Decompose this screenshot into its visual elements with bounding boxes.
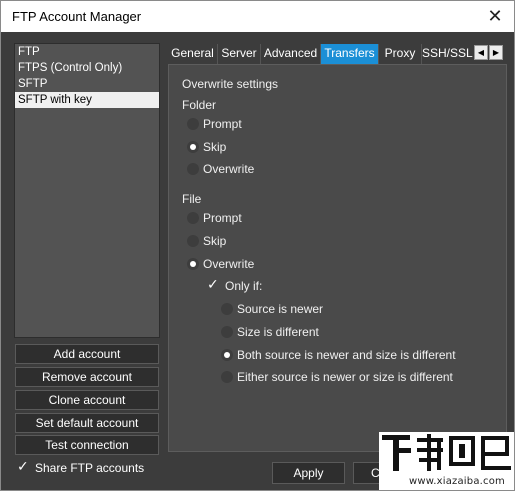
dialog-body: FTP FTPS (Control Only) SFTP SFTP with k… xyxy=(1,32,514,490)
test-connection-button[interactable]: Test connection xyxy=(15,435,159,455)
title-bar: FTP Account Manager ✕ xyxy=(1,1,514,32)
file-overwrite-label: Overwrite xyxy=(203,257,255,271)
file-skip-label: Skip xyxy=(203,234,227,248)
only-if-checkmark-icon xyxy=(207,276,220,293)
only-if-checkbox[interactable]: Only if: xyxy=(207,276,263,293)
tab-server[interactable]: Server xyxy=(218,44,261,64)
overwrite-settings-heading: Overwrite settings xyxy=(182,77,279,91)
folder-prompt-radio[interactable]: Prompt xyxy=(187,117,242,131)
tab-general[interactable]: General xyxy=(168,44,218,64)
share-ftp-accounts-checkbox[interactable]: Share FTP accounts xyxy=(17,458,145,475)
close-icon[interactable]: ✕ xyxy=(484,5,506,27)
folder-overwrite-label: Overwrite xyxy=(203,162,255,176)
watermark-logo-icon xyxy=(382,434,511,471)
share-label: Share FTP accounts xyxy=(35,461,145,475)
radio-dot-icon xyxy=(187,118,199,130)
tab-scroll-right-icon[interactable]: ▶ xyxy=(489,45,503,60)
add-account-button[interactable]: Add account xyxy=(15,344,159,364)
radio-dot-icon xyxy=(187,212,199,224)
radio-dot-icon xyxy=(187,163,199,175)
either-newer-or-size-radio[interactable]: Either source is newer or size is differ… xyxy=(221,370,453,384)
tab-transfers[interactable]: Transfers xyxy=(321,44,379,64)
apply-button[interactable]: Apply xyxy=(272,462,345,484)
source-newer-label: Source is newer xyxy=(237,302,324,316)
folder-overwrite-radio[interactable]: Overwrite xyxy=(187,162,254,176)
radio-dot-icon xyxy=(221,349,233,361)
source-newer-radio[interactable]: Source is newer xyxy=(221,302,323,316)
radio-dot-icon xyxy=(187,141,199,153)
file-skip-radio[interactable]: Skip xyxy=(187,234,226,248)
tab-strip: General Server Advanced Transfers Proxy … xyxy=(168,44,506,64)
size-different-label: Size is different xyxy=(237,325,319,339)
radio-dot-icon xyxy=(187,235,199,247)
folder-skip-radio[interactable]: Skip xyxy=(187,140,226,154)
both-newer-and-size-radio[interactable]: Both source is newer and size is differe… xyxy=(221,348,456,362)
file-prompt-radio[interactable]: Prompt xyxy=(187,211,242,225)
account-item-sftp[interactable]: SFTP xyxy=(15,76,159,92)
window-title: FTP Account Manager xyxy=(12,9,142,24)
share-checkmark-icon[interactable] xyxy=(17,458,30,475)
folder-skip-label: Skip xyxy=(203,140,227,154)
folder-prompt-label: Prompt xyxy=(203,117,242,131)
folder-label: Folder xyxy=(182,98,217,112)
file-prompt-label: Prompt xyxy=(203,211,242,225)
watermark-url: www.xiazaiba.com xyxy=(409,476,505,487)
account-item-ftp[interactable]: FTP xyxy=(15,44,159,60)
radio-dot-icon xyxy=(221,303,233,315)
radio-dot-icon xyxy=(221,371,233,383)
transfers-panel: Overwrite settings Folder Prompt Skip Ov… xyxy=(168,64,507,452)
radio-dot-icon xyxy=(187,258,199,270)
clone-account-button[interactable]: Clone account xyxy=(15,390,159,410)
only-if-label: Only if: xyxy=(225,279,263,293)
tab-scroll-left-icon[interactable]: ◀ xyxy=(474,45,488,60)
file-overwrite-radio[interactable]: Overwrite xyxy=(187,257,254,271)
file-label: File xyxy=(182,192,202,206)
size-different-radio[interactable]: Size is different xyxy=(221,325,319,339)
set-default-account-button[interactable]: Set default account xyxy=(15,413,159,433)
remove-account-button[interactable]: Remove account xyxy=(15,367,159,387)
ftp-account-manager-window: FTP Account Manager ✕ FTP FTPS (Control … xyxy=(0,0,515,491)
tab-ssh-ssl[interactable]: SSH/SSL xyxy=(422,44,473,64)
account-item-sftp-with-key[interactable]: SFTP with key xyxy=(15,92,159,108)
radio-dot-icon xyxy=(221,326,233,338)
tab-advanced[interactable]: Advanced xyxy=(261,44,321,64)
tab-proxy[interactable]: Proxy xyxy=(379,44,422,64)
account-list[interactable]: FTP FTPS (Control Only) SFTP SFTP with k… xyxy=(14,43,160,338)
watermark-logo: www.xiazaiba.com xyxy=(379,432,514,490)
either-newer-or-size-label: Either source is newer or size is differ… xyxy=(237,370,453,384)
account-item-ftps[interactable]: FTPS (Control Only) xyxy=(15,60,159,76)
both-newer-and-size-label: Both source is newer and size is differe… xyxy=(237,348,456,362)
